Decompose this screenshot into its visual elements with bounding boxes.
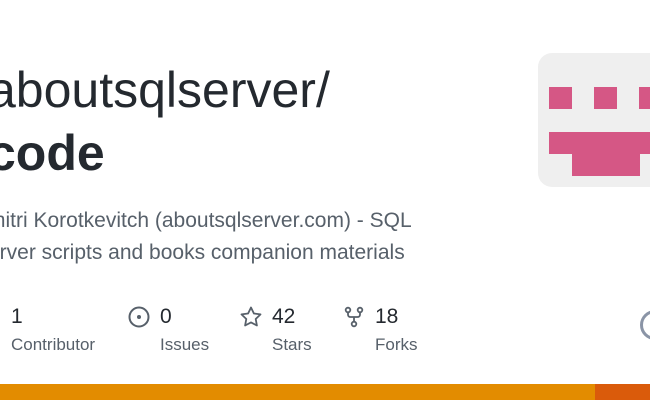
description-line-2: erver scripts and books companion materi… xyxy=(0,241,405,264)
repo-description: mitri Korotkevitch (aboutsqlserver.com) … xyxy=(0,205,468,269)
stars-label: Stars xyxy=(272,335,312,354)
contributors-label: Contributor xyxy=(11,335,96,354)
identicon-block xyxy=(549,87,572,109)
description-line-1: mitri Korotkevitch (aboutsqlserver.com) … xyxy=(0,209,412,232)
language-bar-segment xyxy=(594,384,650,400)
identicon-block xyxy=(572,154,640,176)
issue-icon xyxy=(128,306,150,328)
identicon-block xyxy=(639,87,650,109)
fork-icon xyxy=(344,306,364,328)
stars-count: 42 xyxy=(272,305,296,328)
issues-label: Issues xyxy=(160,335,210,354)
identicon-block xyxy=(594,87,617,109)
owner-avatar[interactable] xyxy=(538,53,650,187)
repo-title-owner[interactable]: aboutsqlserver/ xyxy=(0,60,330,120)
repo-title-name[interactable]: code xyxy=(0,123,105,183)
github-logo-icon xyxy=(640,310,650,340)
issues-count: 0 xyxy=(160,305,172,328)
language-bar xyxy=(0,384,650,400)
language-bar-segment xyxy=(0,384,595,400)
forks-label: Forks xyxy=(375,335,418,354)
people-icon xyxy=(0,305,2,329)
forks-count: 18 xyxy=(375,305,399,328)
contributors-count: 1 xyxy=(11,305,23,328)
star-icon xyxy=(240,306,262,327)
identicon-block xyxy=(549,132,650,154)
